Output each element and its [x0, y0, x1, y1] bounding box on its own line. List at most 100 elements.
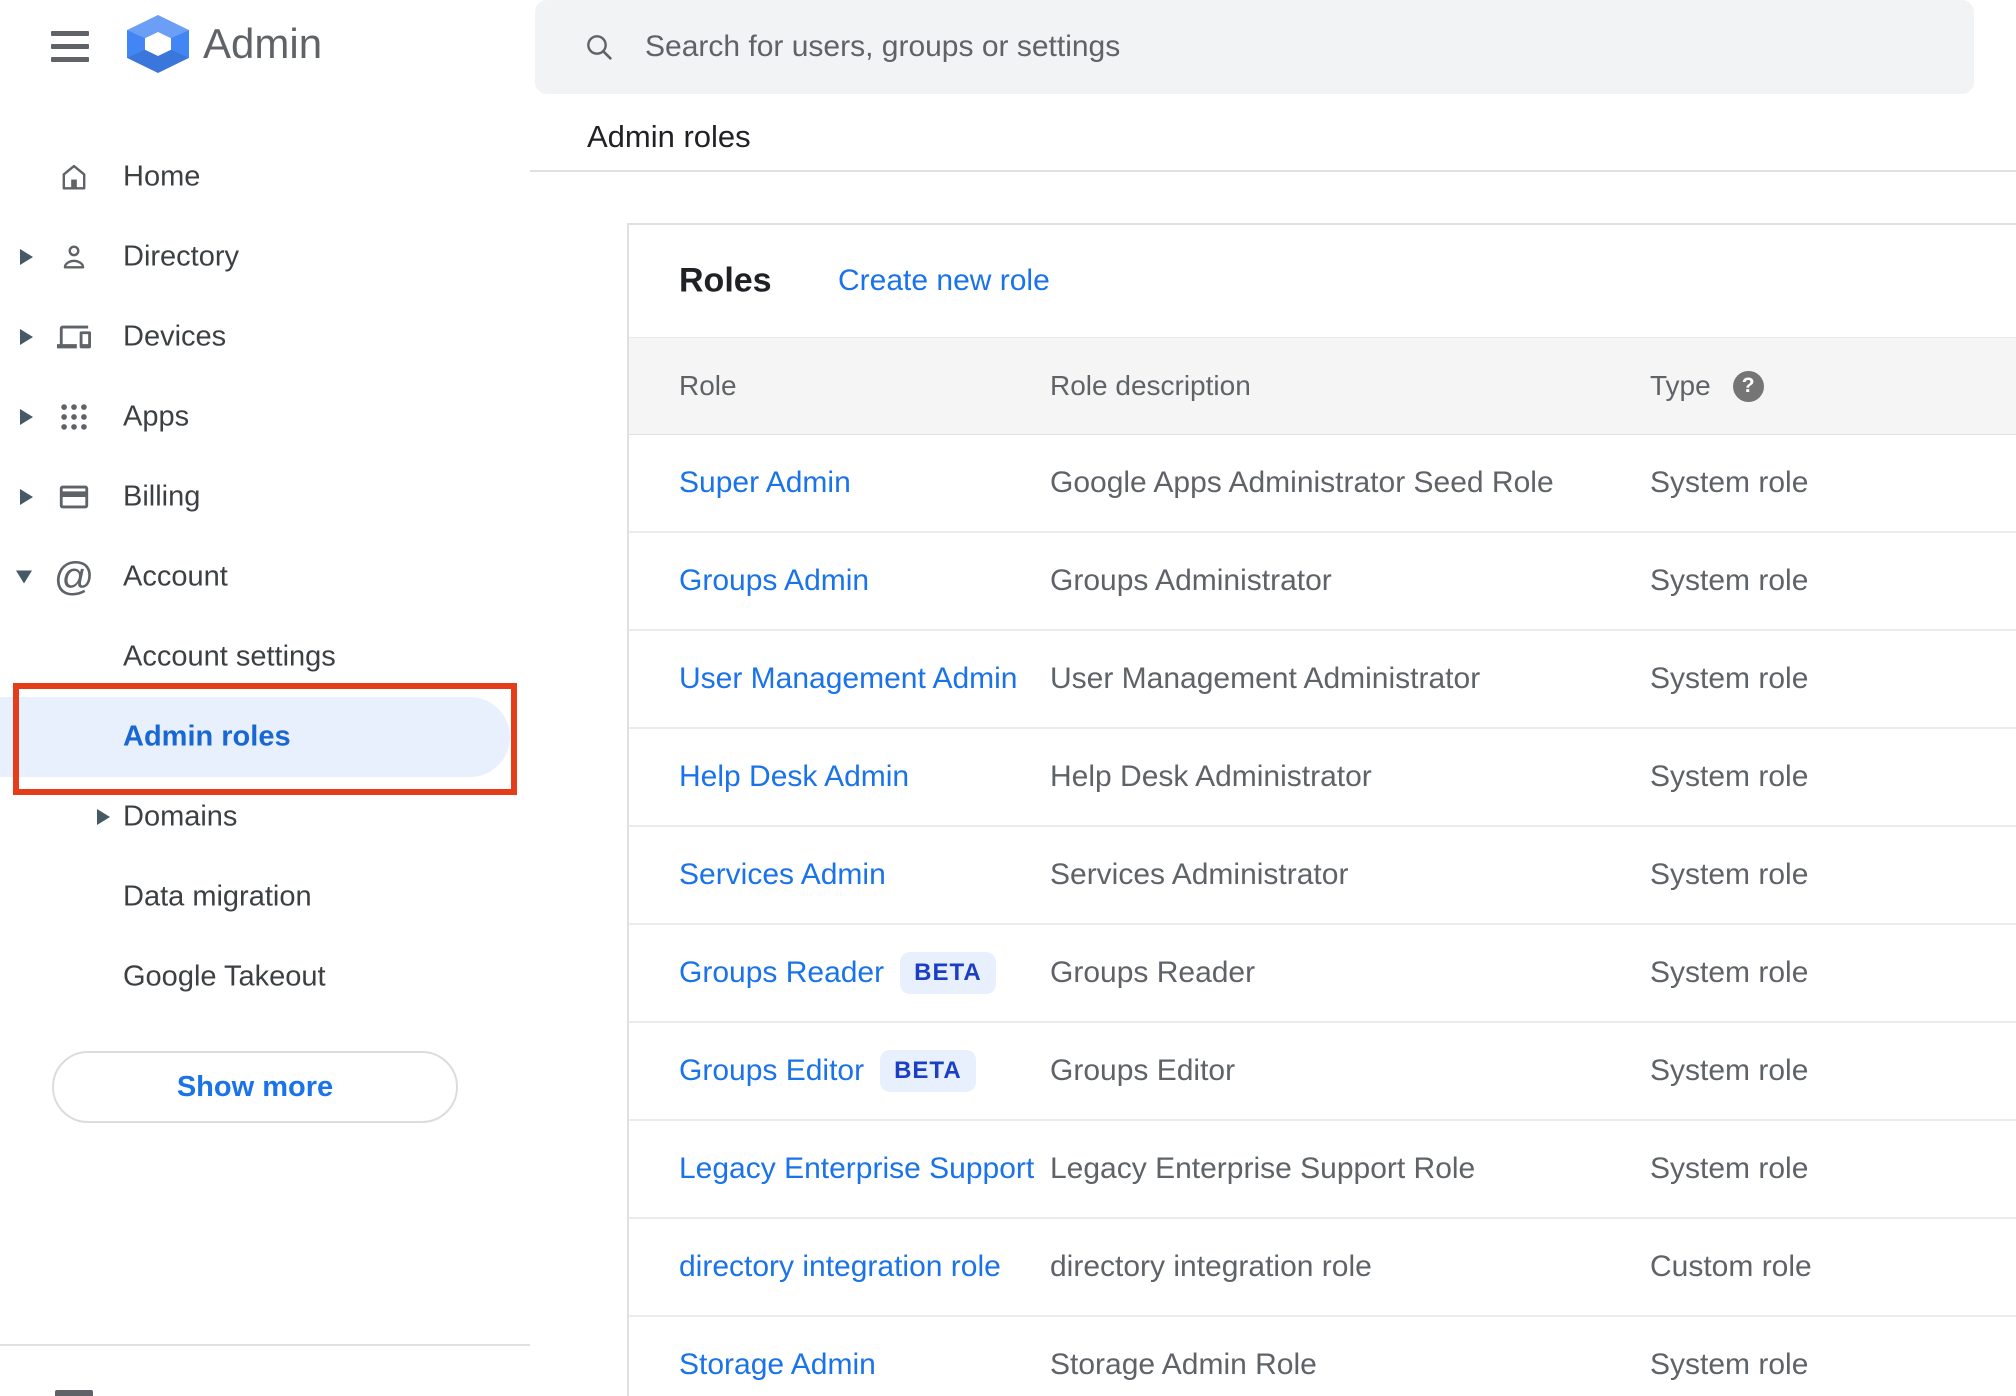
sidebar-item-label: Devices: [123, 320, 227, 353]
search-bar: [535, 0, 1974, 94]
chevron-down-icon[interactable]: [16, 570, 32, 584]
table-row-groups-admin: Groups Admin Groups Administrator System r…: [629, 533, 2016, 631]
sidebar-item-label: Data migration: [123, 880, 312, 913]
role-link[interactable]: Groups Editor: [679, 1054, 864, 1088]
hamburger-menu-icon[interactable]: [51, 31, 89, 62]
create-new-role-link[interactable]: Create new role: [838, 264, 1050, 298]
sidebar-item-label: Directory: [123, 240, 240, 273]
role-description: Groups Editor: [1050, 1054, 1236, 1087]
role-link[interactable]: directory integration role: [679, 1250, 1001, 1284]
role-cell: Help Desk Admin: [679, 760, 1050, 794]
role-link[interactable]: Help Desk Admin: [679, 760, 909, 794]
chevron-right-icon[interactable]: [20, 489, 33, 505]
role-description: Google Apps Administrator Seed Role: [1050, 466, 1554, 499]
beta-badge: BETA: [880, 1050, 976, 1092]
role-link[interactable]: Services Admin: [679, 858, 886, 892]
table-row-directory-integration-role: directory integration role directory inte…: [629, 1219, 2016, 1317]
role-link[interactable]: User Management Admin: [679, 662, 1018, 696]
sidebar-nav: Home Directory Devices Apps Billing @ Account A…: [0, 137, 530, 1017]
role-link[interactable]: Storage Admin: [679, 1348, 876, 1382]
home-icon: [56, 159, 92, 195]
role-cell: User Management Admin: [679, 662, 1050, 696]
role-type: Custom role: [1650, 1250, 1812, 1283]
chevron-right-icon[interactable]: [97, 809, 110, 825]
help-icon[interactable]: ?: [1732, 370, 1764, 402]
sidebar-item-directory[interactable]: Directory: [0, 217, 530, 297]
role-cell: Legacy Enterprise Support: [679, 1152, 1050, 1186]
sidebar-item-label: Google Takeout: [123, 960, 326, 993]
role-description: directory integration role: [1050, 1250, 1372, 1283]
sidebar-item-label: Account settings: [123, 640, 336, 673]
chevron-right-icon[interactable]: [20, 409, 33, 425]
table-header-row: Role Role description Type ?: [629, 337, 2016, 435]
role-type: System role: [1650, 1348, 1809, 1381]
role-cell: Super Admin: [679, 466, 1050, 500]
sidebar-item-billing[interactable]: Billing: [0, 457, 530, 537]
search-icon: [587, 35, 612, 60]
role-description: Groups Reader: [1050, 956, 1256, 989]
role-type: System role: [1650, 858, 1809, 891]
admin-console-screen: Admin Home Directory Devices Apps Billing @ Ac…: [0, 0, 2016, 1396]
role-description: Storage Admin Role: [1050, 1348, 1317, 1381]
sidebar-item-google-takeout[interactable]: Google Takeout: [0, 937, 530, 1017]
role-description: Legacy Enterprise Support Role: [1050, 1152, 1476, 1185]
role-link[interactable]: Groups Admin: [679, 564, 869, 598]
sidebar-item-domains[interactable]: Domains: [0, 777, 530, 857]
table-row-legacy-enterprise-support: Legacy Enterprise Support Legacy Enterpri…: [629, 1121, 2016, 1219]
role-type: System role: [1650, 564, 1809, 597]
sidebar-item-data-migration[interactable]: Data migration: [0, 857, 530, 937]
role-cell: directory integration role: [679, 1250, 1050, 1284]
role-link[interactable]: Groups Reader: [679, 956, 884, 990]
table-row-services-admin: Services Admin Services Administrator Syst…: [629, 827, 2016, 925]
column-header-role-description: Role description: [1050, 370, 1251, 401]
sidebar: Admin Home Directory Devices Apps Billing @ Ac…: [0, 0, 530, 1396]
person-icon: [56, 239, 92, 275]
sidebar-item-home[interactable]: Home: [0, 137, 530, 217]
table-row-super-admin: Super Admin Google Apps Administrator See…: [629, 435, 2016, 533]
sidebar-item-label: Apps: [123, 400, 190, 433]
sidebar-divider: [0, 1344, 530, 1346]
header-divider: [530, 170, 2016, 172]
search-input[interactable]: [643, 29, 1934, 65]
table-row-groups-editor: Groups Editor BETA Groups Editor System rol…: [629, 1023, 2016, 1121]
credit-card-icon: [56, 479, 92, 515]
show-more-button[interactable]: Show more: [52, 1051, 458, 1123]
cutoff-icon: [55, 1390, 93, 1396]
role-description: User Management Administrator: [1050, 662, 1481, 695]
role-type: System role: [1650, 1152, 1809, 1185]
roles-card: Roles Create new role Role Role descript…: [627, 223, 2016, 1396]
sidebar-item-label: Billing: [123, 480, 201, 513]
at-sign-icon: @: [53, 555, 95, 599]
card-header: Roles Create new role: [629, 225, 2016, 337]
chevron-right-icon[interactable]: [20, 249, 33, 265]
sidebar-item-devices[interactable]: Devices: [0, 297, 530, 377]
role-cell: Groups Editor BETA: [679, 1050, 1050, 1092]
role-description: Services Administrator: [1050, 858, 1349, 891]
role-type: System role: [1650, 1054, 1809, 1087]
column-header-role: Role: [679, 370, 737, 401]
app-title: Admin: [203, 20, 323, 67]
role-cell: Storage Admin: [679, 1348, 1050, 1382]
role-link[interactable]: Legacy Enterprise Support: [679, 1152, 1034, 1186]
table-row-help-desk-admin: Help Desk Admin Help Desk Administrator Sy…: [629, 729, 2016, 827]
sidebar-item-account-settings[interactable]: Account settings: [0, 617, 530, 697]
chevron-right-icon[interactable]: [20, 329, 33, 345]
sidebar-item-label: Account: [123, 560, 228, 593]
table-row-storage-admin: Storage Admin Storage Admin Role System ro…: [629, 1317, 2016, 1396]
google-admin-logo-icon: [127, 15, 189, 73]
role-type: System role: [1650, 760, 1809, 793]
column-header-type: Type ?: [1650, 370, 2016, 402]
role-cell: Services Admin: [679, 858, 1050, 892]
apps-grid-icon: [56, 399, 92, 435]
role-cell: Groups Reader BETA: [679, 952, 1050, 994]
role-link[interactable]: Super Admin: [679, 466, 851, 500]
sidebar-item-admin-roles[interactable]: Admin roles: [0, 697, 510, 777]
sidebar-item-label: Home: [123, 160, 201, 193]
sidebar-item-account[interactable]: @ Account: [0, 537, 530, 617]
table-body: Super Admin Google Apps Administrator See…: [629, 435, 2016, 1396]
sidebar-item-label: Admin roles: [123, 720, 291, 753]
role-description: Help Desk Administrator: [1050, 760, 1372, 793]
beta-badge: BETA: [900, 952, 996, 994]
sidebar-item-apps[interactable]: Apps: [0, 377, 530, 457]
role-description: Groups Administrator: [1050, 564, 1332, 597]
